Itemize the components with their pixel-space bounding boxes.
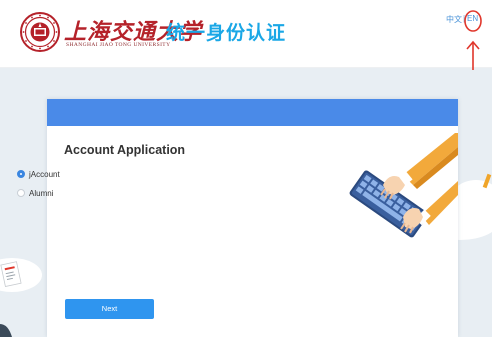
option-alumni[interactable]: Alumni [17, 187, 53, 199]
decoration-leaf-icon [0, 324, 12, 337]
next-button[interactable]: Next [65, 299, 154, 319]
sjtu-emblem-icon[interactable] [20, 12, 60, 52]
system-title: 统一身份认证 [166, 23, 287, 44]
keyboard-typing-illustration [349, 133, 458, 238]
red-circle-annotation [464, 10, 482, 32]
radio-unselected-icon[interactable] [17, 189, 25, 197]
sso-login-page: 上海交通大学 SHANGHAI JIAO TONG UNIVERSITY 统一身… [0, 0, 492, 337]
option-jaccount[interactable]: jAccount [17, 168, 60, 180]
decoration-paper-icon [0, 261, 22, 288]
option-label: jAccount [29, 169, 60, 179]
option-label: Alumni [29, 188, 54, 198]
header: 上海交通大学 SHANGHAI JIAO TONG UNIVERSITY 统一身… [0, 0, 492, 68]
red-annotation-icon [464, 10, 482, 70]
decoration-pencil-icon [482, 173, 492, 189]
radio-selected-icon[interactable] [17, 170, 25, 178]
card-title: Account Application [64, 143, 186, 157]
account-application-card: Account Application Next [47, 99, 458, 337]
card-header-bar [47, 99, 458, 126]
red-up-arrow-annotation [466, 40, 480, 70]
university-name-en: SHANGHAI JIAO TONG UNIVERSITY [66, 42, 171, 48]
